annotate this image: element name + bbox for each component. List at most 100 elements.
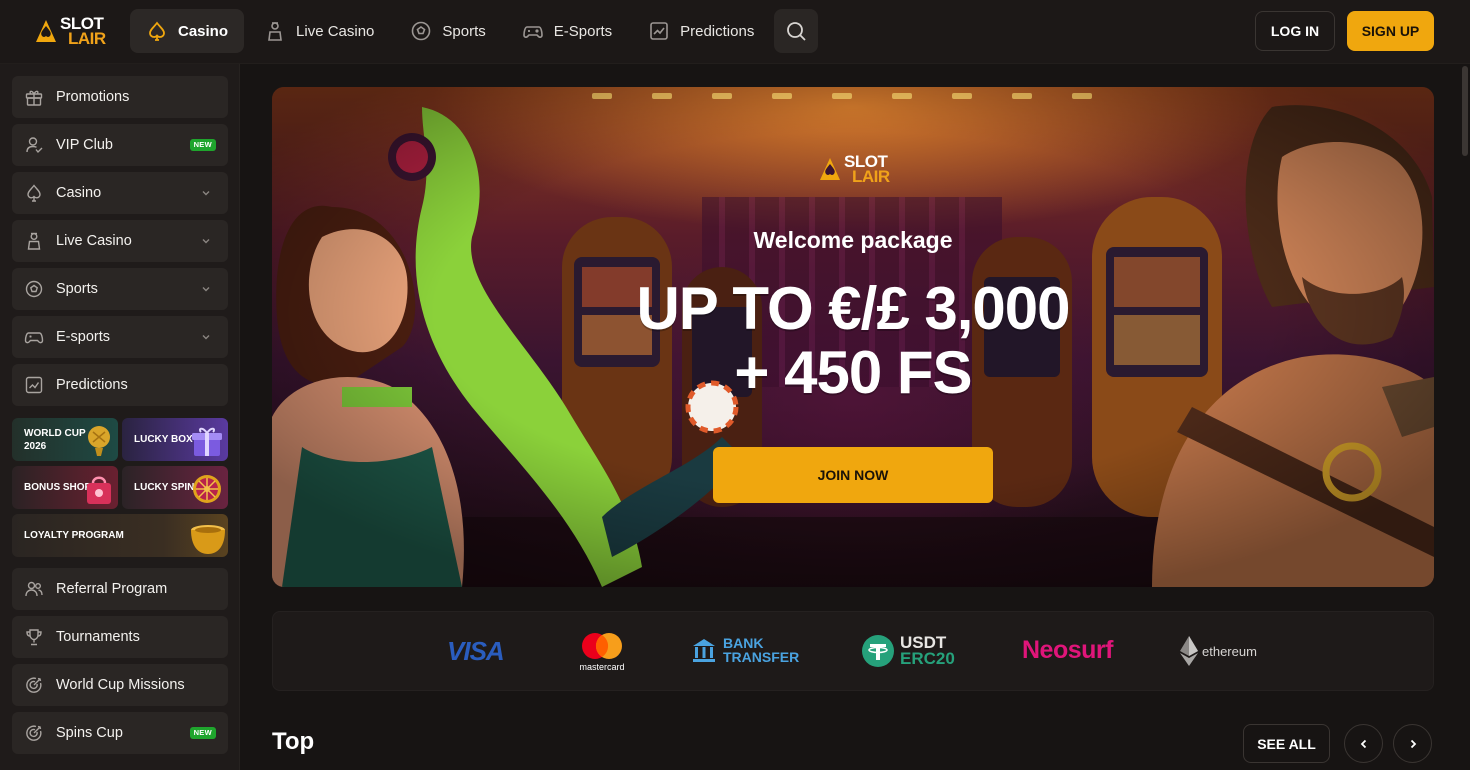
hero-banner: SLOT LAIR Welcome package UP TO €/£ 3,00… [272,87,1434,587]
logo-text-line2: LAIR [68,29,106,48]
dealer-icon [27,232,41,250]
prev-button[interactable] [1344,724,1383,763]
tile-world-cup[interactable]: WORLD CUP 2026 [12,418,118,461]
join-now-button[interactable]: JOIN NOW [713,447,993,503]
football-icon [412,21,431,41]
top-header: SLOT LAIR Casino Live Casino Sports E-Sp… [0,0,1470,64]
sidebar-item-tournaments[interactable]: Tournaments [12,616,228,658]
tile-world-cup-line2: 2026 [24,440,47,452]
spade-icon [149,21,165,41]
next-button[interactable] [1393,724,1432,763]
hero-logo: SLOT LAIR [816,153,892,185]
visa-logo: VISA [447,636,505,666]
chevron-right-icon [1410,739,1416,748]
tile-bonus-shop-label: BONUS SHOP [24,482,92,493]
site-logo[interactable]: SLOT LAIR [32,14,108,48]
bank-transfer-logo: BANK TRANSFER [691,636,799,664]
new-badge: NEW [189,139,216,151]
new-badge: NEW [189,727,216,739]
mastercard-circles-icon [582,633,622,659]
nav-esports-label: E-Sports [553,22,613,40]
hero-headline-line2: + 450 FS [734,339,972,406]
trophy-icon [26,629,42,646]
payment-methods-strip: VISA mastercard BANK TRANSFER USDT ERC20… [272,611,1434,691]
chevron-left-icon [1360,739,1366,748]
login-button[interactable]: LOG IN [1255,11,1335,51]
tether-icon [862,635,894,667]
sidebar-item-label: Live Casino [56,233,132,249]
football-icon [25,280,43,298]
nav-casino[interactable]: Casino [130,9,245,53]
chevron-down-icon[interactable] [200,283,212,295]
gamepad-icon [24,332,44,344]
search-button[interactable] [774,9,819,53]
nav-live-casino-label: Live Casino [296,22,375,40]
gift-icon [25,90,43,106]
sidebar-item-label: Tournaments [56,629,140,645]
sidebar-item-label: Sports [56,281,98,297]
chevron-down-icon[interactable] [200,187,212,199]
see-all-button[interactable]: SEE ALL [1243,724,1330,763]
nav-sports[interactable]: Sports [394,9,501,53]
trophy-ball-icon [88,426,110,456]
sidebar-item-spins-cup[interactable]: Spins Cup NEW [12,712,228,754]
tile-lucky-spin[interactable]: LUCKY SPIN [122,466,228,509]
vip-user-icon [26,137,43,154]
gift-box-icon [192,427,222,456]
signup-button[interactable]: SIGN UP [1347,11,1434,51]
tile-loyalty-program-label: LOYALTY PROGRAM [24,530,124,541]
sidebar-item-label: VIP Club [56,137,113,153]
mastercard-logo: mastercard [576,632,628,672]
nav-esports[interactable]: E-Sports [506,9,628,53]
sidebar-item-label: Spins Cup [56,725,123,741]
nav-sports-label: Sports [442,22,486,40]
hero-headline-line1: UP TO €/£ 3,000 [636,275,1070,342]
hero-headline: UP TO €/£ 3,000 + 450 FS [272,277,1434,405]
sidebar-item-label: E-sports [56,329,110,345]
chevron-down-icon[interactable] [200,235,212,247]
logo-spade-icon [36,20,56,42]
sidebar-item-label: Promotions [56,89,130,105]
hero-welcome-text: Welcome package [753,227,953,253]
gamepad-icon [522,26,543,39]
sidebar-item-label: Predictions [56,377,128,393]
sidebar-item-label: World Cup Missions [56,677,185,693]
search-icon [787,22,806,41]
shopping-bag-icon [87,476,111,504]
sidebar-item-vip-club[interactable]: VIP Club NEW [12,124,228,166]
sidebar-item-label: Referral Program [56,581,168,597]
spade-icon [27,184,41,202]
tile-loyalty-program[interactable]: LOYALTY PROGRAM [12,514,228,557]
page-scrollbar[interactable] [1462,66,1468,156]
tile-lucky-spin-label: LUCKY SPIN [134,482,195,493]
nav-predictions[interactable]: Predictions [632,9,770,53]
nav-live-casino[interactable]: Live Casino [248,9,390,53]
wheel-icon [193,475,221,503]
sidebar-item-label: Casino [56,185,102,201]
tile-lucky-box[interactable]: LUCKY BOX [122,418,228,461]
golden-cup-icon [191,525,225,554]
ethereum-icon [1180,636,1198,666]
sidebar-item-esports[interactable]: E-sports [12,316,228,358]
chart-icon [25,376,43,394]
target-icon [26,677,42,693]
users-icon [25,581,43,597]
ethereum-logo: ethereum [1180,636,1257,666]
tile-lucky-box-label: LUCKY BOX [134,434,193,445]
logo-spade-icon [820,158,840,180]
main-nav: Casino Live Casino Sports E-Sports Predi… [130,9,819,53]
sidebar-item-world-cup-missions[interactable]: World Cup Missions [12,664,228,706]
dealer-icon [268,22,282,41]
sidebar-item-predictions[interactable]: Predictions [12,364,228,406]
sidebar-item-promotions[interactable]: Promotions [12,76,228,118]
tile-bonus-shop[interactable]: BONUS SHOP [12,466,118,509]
sidebar-item-sports[interactable]: Sports [12,268,228,310]
sidebar-item-referral-program[interactable]: Referral Program [12,568,228,610]
neosurf-logo: Neosurf [1022,636,1113,664]
sidebar-item-live-casino[interactable]: Live Casino [12,220,228,262]
nav-predictions-label: Predictions [680,22,755,40]
sidebar-item-casino[interactable]: Casino [12,172,228,214]
sidebar: Promotions VIP Club NEW Casino Live Casi… [0,64,240,770]
chevron-down-icon[interactable] [200,331,212,343]
target-icon [26,725,42,741]
